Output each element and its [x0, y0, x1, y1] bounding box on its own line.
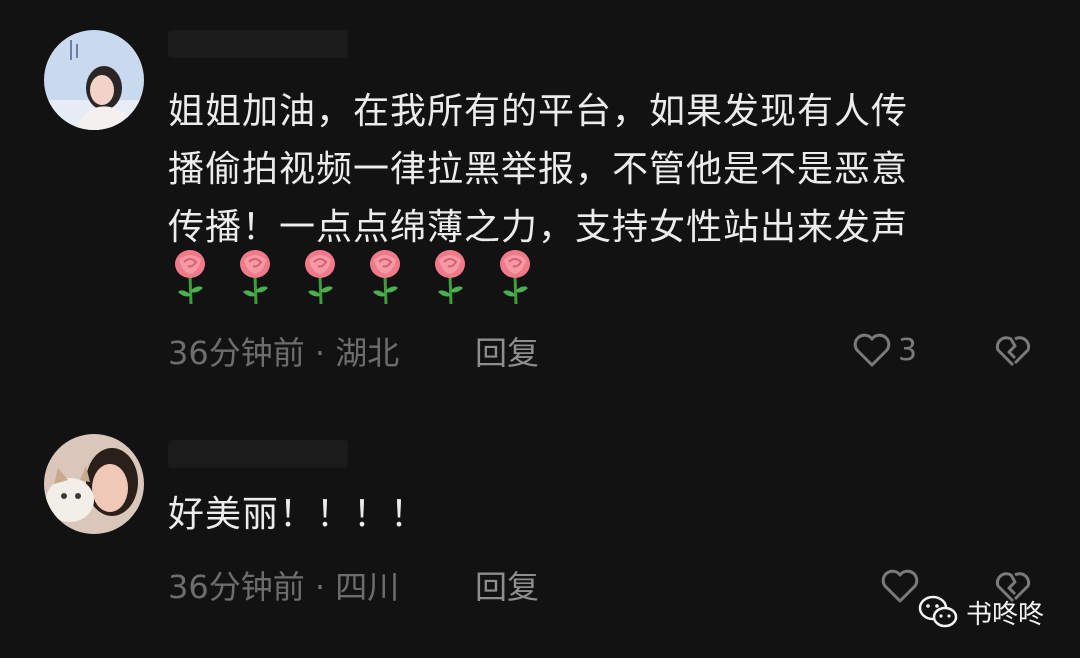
comment-text-line: 姐姐加油，在我所有的平台，如果发现有人传	[168, 91, 909, 132]
watermark-text: 书咚咚	[966, 599, 1045, 630]
avatar[interactable]	[44, 30, 144, 130]
comment-text-line: 好美丽！！！！	[168, 494, 428, 535]
like-count: 3	[898, 332, 918, 368]
rose-icon	[500, 250, 531, 305]
reply-button[interactable]: 回复	[475, 328, 539, 374]
comment-text: 姐姐加油，在我所有的平台，如果发现有人传 播偷拍视频一律拉黑举报，不管他是不是恶…	[168, 83, 1028, 257]
rose-icon	[240, 250, 271, 305]
rose-icon	[175, 250, 205, 305]
comment-text: 好美丽！！！！	[168, 486, 427, 544]
rose-icon	[370, 250, 401, 305]
avatar[interactable]	[44, 434, 144, 534]
comment-meta: 36分钟前 · 四川	[168, 568, 400, 606]
watermark: 书咚咚	[918, 590, 1044, 634]
reply-button[interactable]: 回复	[475, 562, 539, 608]
broken-heart-icon	[995, 336, 1031, 367]
wechat-icon	[918, 595, 958, 628]
emoji-row	[170, 248, 555, 306]
heart-outline-icon	[853, 333, 891, 367]
comment-meta: 36分钟前 · 湖北	[168, 334, 400, 372]
dislike-button[interactable]	[993, 330, 1033, 370]
heart-outline-icon	[881, 569, 919, 603]
username-obscured[interactable]	[168, 440, 348, 468]
rose-icon	[305, 250, 336, 305]
like-button[interactable]	[880, 566, 920, 606]
rose-icon	[435, 250, 466, 305]
username-obscured[interactable]	[168, 30, 348, 58]
comment-text-line: 播偷拍视频一律拉黑举报，不管他是不是恶意	[168, 149, 909, 190]
comment-item: 姐姐加油，在我所有的平台，如果发现有人传 播偷拍视频一律拉黑举报，不管他是不是恶…	[0, 0, 1080, 400]
like-button[interactable]: 3	[852, 330, 917, 370]
